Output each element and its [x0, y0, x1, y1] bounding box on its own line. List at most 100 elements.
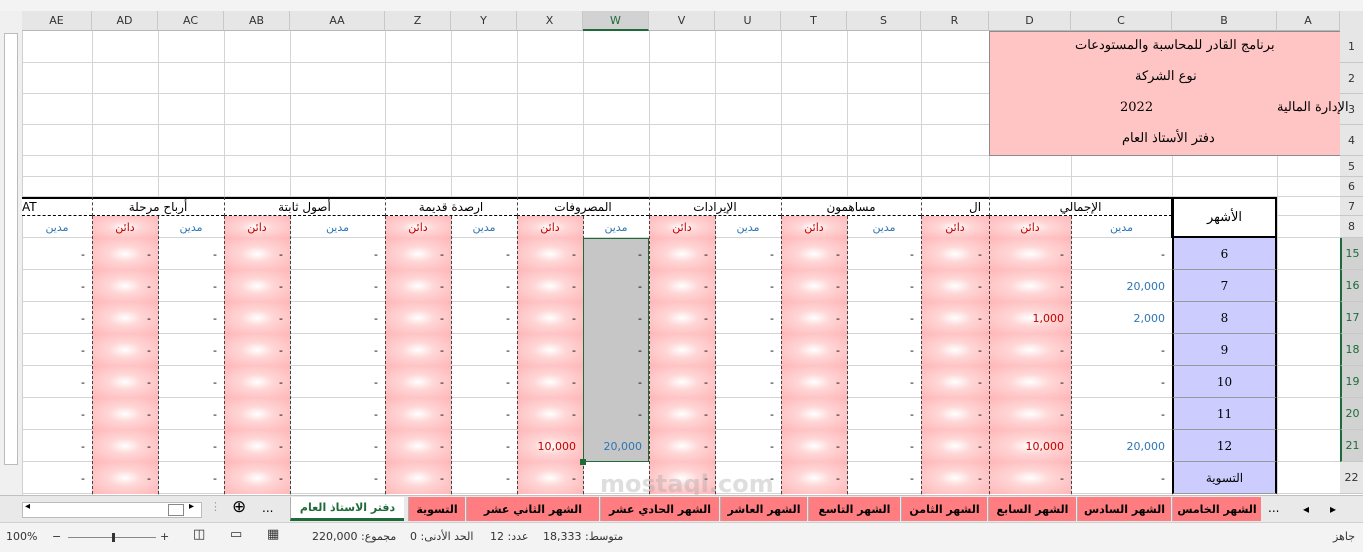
table-cell[interactable]: - — [92, 398, 158, 430]
column-header[interactable]: Z — [385, 11, 451, 31]
table-cell[interactable]: - — [290, 430, 385, 462]
table-cell[interactable]: - — [921, 302, 989, 334]
table-cell[interactable]: - — [451, 238, 517, 270]
table-cell[interactable]: - — [989, 366, 1071, 398]
page-layout-icon[interactable]: ▭ — [230, 527, 242, 542]
table-cell[interactable]: - — [921, 462, 989, 494]
normal-view-icon[interactable]: ▦ — [267, 527, 279, 542]
row-header[interactable]: 19 — [1340, 366, 1363, 398]
spreadsheet-grid[interactable]: AE AD AC AB AA Z Y X W V U T S R D C B A 1 2 3 4 5 6 7 8 15 16 17 18 1… — [0, 0, 1363, 495]
table-cell[interactable]: - — [92, 430, 158, 462]
tabs-more-left[interactable]: ... — [262, 501, 273, 515]
row-header[interactable]: 1 — [1340, 31, 1363, 63]
table-cell[interactable]: - — [1071, 366, 1172, 398]
table-cell[interactable]: - — [781, 462, 847, 494]
table-cell[interactable]: - — [989, 462, 1071, 494]
table-cell[interactable]: - — [158, 366, 224, 398]
table-cell[interactable]: - — [22, 334, 92, 366]
table-cell[interactable]: - — [715, 366, 781, 398]
table-cell[interactable]: - — [517, 462, 583, 494]
table-cell[interactable]: - — [989, 334, 1071, 366]
table-cell[interactable]: - — [385, 430, 451, 462]
table-cell[interactable]: - — [1071, 334, 1172, 366]
table-cell[interactable]: - — [715, 302, 781, 334]
table-cell[interactable]: - — [989, 238, 1071, 270]
table-cell[interactable]: - — [781, 366, 847, 398]
tab-splitter-icon[interactable]: ⋮ — [210, 500, 221, 513]
table-cell[interactable]: - — [781, 270, 847, 302]
table-cell[interactable]: - — [451, 302, 517, 334]
column-header[interactable]: W — [583, 11, 649, 31]
table-cell[interactable]: - — [385, 270, 451, 302]
table-cell[interactable]: - — [649, 334, 715, 366]
row-header[interactable]: 16 — [1340, 270, 1363, 302]
table-cell[interactable]: - — [989, 270, 1071, 302]
prev-sheet-icon[interactable]: ◂ — [1303, 502, 1309, 516]
table-cell[interactable]: - — [290, 334, 385, 366]
sheet-tab[interactable]: الشهر التاسع — [808, 497, 900, 521]
table-cell[interactable]: - — [921, 366, 989, 398]
scroll-right-icon[interactable]: ▸ — [189, 501, 194, 512]
table-cell[interactable]: - — [847, 334, 921, 366]
table-cell[interactable]: - — [451, 398, 517, 430]
row-header[interactable]: 22 — [1340, 462, 1363, 494]
table-cell[interactable]: - — [224, 462, 290, 494]
month-label[interactable]: 12 — [1172, 430, 1277, 462]
table-cell[interactable]: - — [781, 398, 847, 430]
table-cell[interactable]: - — [224, 334, 290, 366]
table-cell[interactable]: - — [781, 238, 847, 270]
table-cell[interactable]: - — [385, 302, 451, 334]
table-cell[interactable]: - — [781, 430, 847, 462]
month-label[interactable]: 8 — [1172, 302, 1277, 334]
table-cell[interactable]: - — [92, 302, 158, 334]
table-cell[interactable]: - — [224, 238, 290, 270]
zoom-level[interactable]: 100% — [6, 530, 37, 543]
table-cell[interactable]: - — [715, 398, 781, 430]
table-cell[interactable]: - — [22, 238, 92, 270]
table-cell[interactable]: 1,000 — [989, 302, 1071, 334]
table-cell[interactable]: - — [847, 398, 921, 430]
table-cell[interactable]: - — [451, 270, 517, 302]
table-cell[interactable]: - — [158, 302, 224, 334]
table-cell[interactable]: 20,000 — [1071, 270, 1172, 302]
vertical-scrollbar[interactable] — [0, 11, 23, 495]
column-header[interactable]: S — [847, 11, 921, 31]
sheet-tab[interactable]: الشهر السابع — [988, 497, 1076, 521]
row-header[interactable]: 4 — [1340, 125, 1363, 156]
table-cell[interactable]: - — [92, 238, 158, 270]
column-header[interactable]: B — [1172, 11, 1277, 31]
scroll-thumb[interactable] — [168, 504, 184, 516]
table-cell[interactable]: - — [649, 270, 715, 302]
table-cell[interactable]: - — [847, 430, 921, 462]
row-header[interactable]: 15 — [1340, 238, 1363, 270]
table-cell[interactable]: - — [451, 462, 517, 494]
column-header[interactable]: X — [517, 11, 583, 31]
row-header[interactable]: 21 — [1340, 430, 1363, 462]
table-cell[interactable]: - — [921, 238, 989, 270]
sheet-tab[interactable]: التسوية — [408, 497, 465, 521]
table-cell[interactable]: 2,000 — [1071, 302, 1172, 334]
table-cell[interactable]: - — [224, 430, 290, 462]
column-header[interactable]: AC — [158, 11, 224, 31]
table-cell[interactable]: - — [517, 270, 583, 302]
column-header[interactable]: D — [989, 11, 1071, 31]
row-header[interactable]: 17 — [1340, 302, 1363, 334]
table-cell[interactable]: - — [22, 398, 92, 430]
table-cell[interactable]: - — [715, 238, 781, 270]
table-cell[interactable]: - — [290, 462, 385, 494]
table-cell[interactable]: - — [649, 398, 715, 430]
table-cell[interactable]: - — [385, 334, 451, 366]
zoom-slider[interactable] — [68, 533, 156, 542]
column-header[interactable]: AA — [290, 11, 385, 31]
sheet-tab[interactable]: الشهر الثاني عشر — [466, 497, 599, 521]
fill-handle[interactable] — [580, 459, 586, 465]
table-cell[interactable]: - — [715, 430, 781, 462]
table-cell[interactable]: - — [1071, 462, 1172, 494]
column-header[interactable]: R — [921, 11, 989, 31]
month-label[interactable]: 11 — [1172, 398, 1277, 430]
table-cell[interactable]: - — [290, 398, 385, 430]
horizontal-scrollbar[interactable]: ◂ ▸ — [22, 501, 202, 518]
scroll-left-icon[interactable]: ◂ — [25, 501, 30, 512]
table-cell[interactable]: - — [224, 398, 290, 430]
table-cell[interactable]: - — [715, 270, 781, 302]
